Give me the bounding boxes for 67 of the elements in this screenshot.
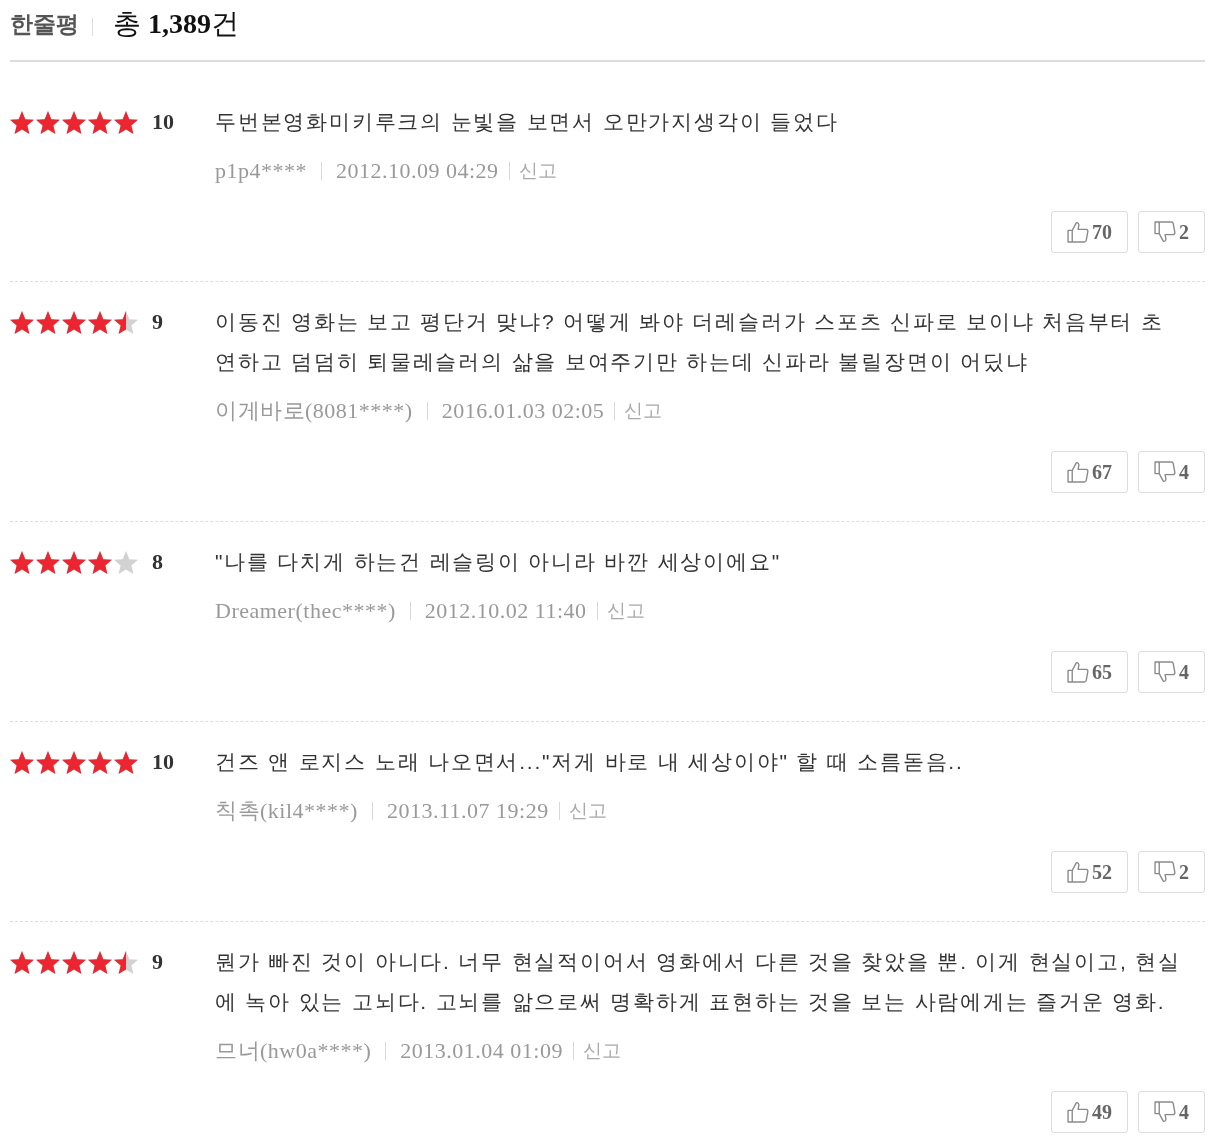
rating-score: 10 <box>152 109 174 135</box>
author-name: 이게바로(8081****) <box>215 398 413 424</box>
review-date: 2016.01.03 02:05 <box>441 398 605 424</box>
star-icon <box>10 550 34 574</box>
thumbs-up-icon <box>1067 661 1089 683</box>
star-icon <box>114 310 138 334</box>
author-name: Dreamer(thec****) <box>215 598 396 624</box>
like-button[interactable]: 49 <box>1051 1091 1128 1133</box>
thumbs-down-icon <box>1154 661 1176 683</box>
star-icon <box>62 310 86 334</box>
rating-score: 8 <box>152 549 163 575</box>
star-icon <box>10 750 34 774</box>
star-icon <box>114 950 138 974</box>
star-icon <box>36 310 60 334</box>
dislike-button[interactable]: 4 <box>1138 1091 1205 1133</box>
author-name: 므너(hw0a****) <box>215 1038 372 1064</box>
section-title: 한줄평 <box>10 10 79 39</box>
star-icon <box>114 110 138 134</box>
thumbs-up-icon <box>1067 861 1089 883</box>
review-text: 이동진 영화는 보고 평단거 맞냐? 어떻게 봐야 더레슬러가 스포츠 신파로 보이냐 처음부터 초연하고 덤덤히 퇴물레슬러의 삶을 보여주기만 하는데 신파라 불릴장면이 어딨냐 <box>215 309 1165 375</box>
star-icon <box>114 550 138 574</box>
star-icon <box>36 110 60 134</box>
star-icon <box>62 750 86 774</box>
like-button[interactable]: 67 <box>1051 451 1128 493</box>
star-icon <box>36 550 60 574</box>
dislike-button[interactable]: 4 <box>1138 451 1205 493</box>
thumbs-up-icon <box>1067 461 1089 483</box>
like-button[interactable]: 65 <box>1051 651 1128 693</box>
review-date: 2013.01.04 01:09 <box>400 1038 563 1064</box>
star-icon <box>62 550 86 574</box>
like-button[interactable]: 70 <box>1051 211 1128 253</box>
star-icon <box>36 750 60 774</box>
thumbs-down-icon <box>1154 861 1176 883</box>
star-icon <box>88 310 112 334</box>
review-date: 2012.10.02 11:40 <box>424 598 587 624</box>
rating-score: 10 <box>152 749 174 775</box>
thumbs-up-icon <box>1067 221 1089 243</box>
star-icon <box>114 750 138 774</box>
review-text: 건즈 앤 로지스 노래 나오면서..."저게 바로 내 세상이야" 할 때 소름돋음.. <box>215 749 965 775</box>
review-text: "나를 다치게 하는건 레슬링이 아니라 바깐 세상이에요" <box>215 549 782 575</box>
star-icon <box>88 550 112 574</box>
dislike-button[interactable]: 4 <box>1138 651 1205 693</box>
dislike-button[interactable]: 2 <box>1138 851 1205 893</box>
thumbs-down-icon <box>1154 461 1176 483</box>
star-icon <box>10 110 34 134</box>
star-icon <box>36 950 60 974</box>
rating-score: 9 <box>152 309 163 335</box>
thumbs-down-icon <box>1154 1101 1176 1123</box>
thumbs-down-icon <box>1154 221 1176 243</box>
review-date: 2012.10.09 04:29 <box>336 158 499 184</box>
thumbs-up-icon <box>1067 1101 1089 1123</box>
star-icon <box>10 310 34 334</box>
like-button[interactable]: 52 <box>1051 851 1128 893</box>
star-icon <box>10 950 34 974</box>
review-text: 뭔가 빠진 것이 아니다. 너무 현실적이어서 영화에서 다른 것을 찾았을 뿐. 이게 현실이고, 현실에 녹아 있는 고뇌다. 고뇌를 앎으로써 명확하게 표현하는 것을 보는 사람에게는 즐거운 영화. <box>215 949 1181 1015</box>
star-icon <box>62 110 86 134</box>
total-count: 총 1,389건 <box>113 7 239 41</box>
star-icon <box>62 950 86 974</box>
star-icon <box>88 750 112 774</box>
review-date: 2013.11.07 19:29 <box>386 798 549 824</box>
author-name: p1p4**** <box>215 158 307 184</box>
star-icon <box>88 950 112 974</box>
review-text: 두번본영화미키루크의 눈빛을 보면서 오만가지생각이 들었다 <box>215 109 840 135</box>
star-icon <box>88 110 112 134</box>
author-name: 칙촉(kil4****) <box>215 798 358 824</box>
rating-score: 9 <box>152 949 163 975</box>
dislike-button[interactable]: 2 <box>1138 211 1205 253</box>
